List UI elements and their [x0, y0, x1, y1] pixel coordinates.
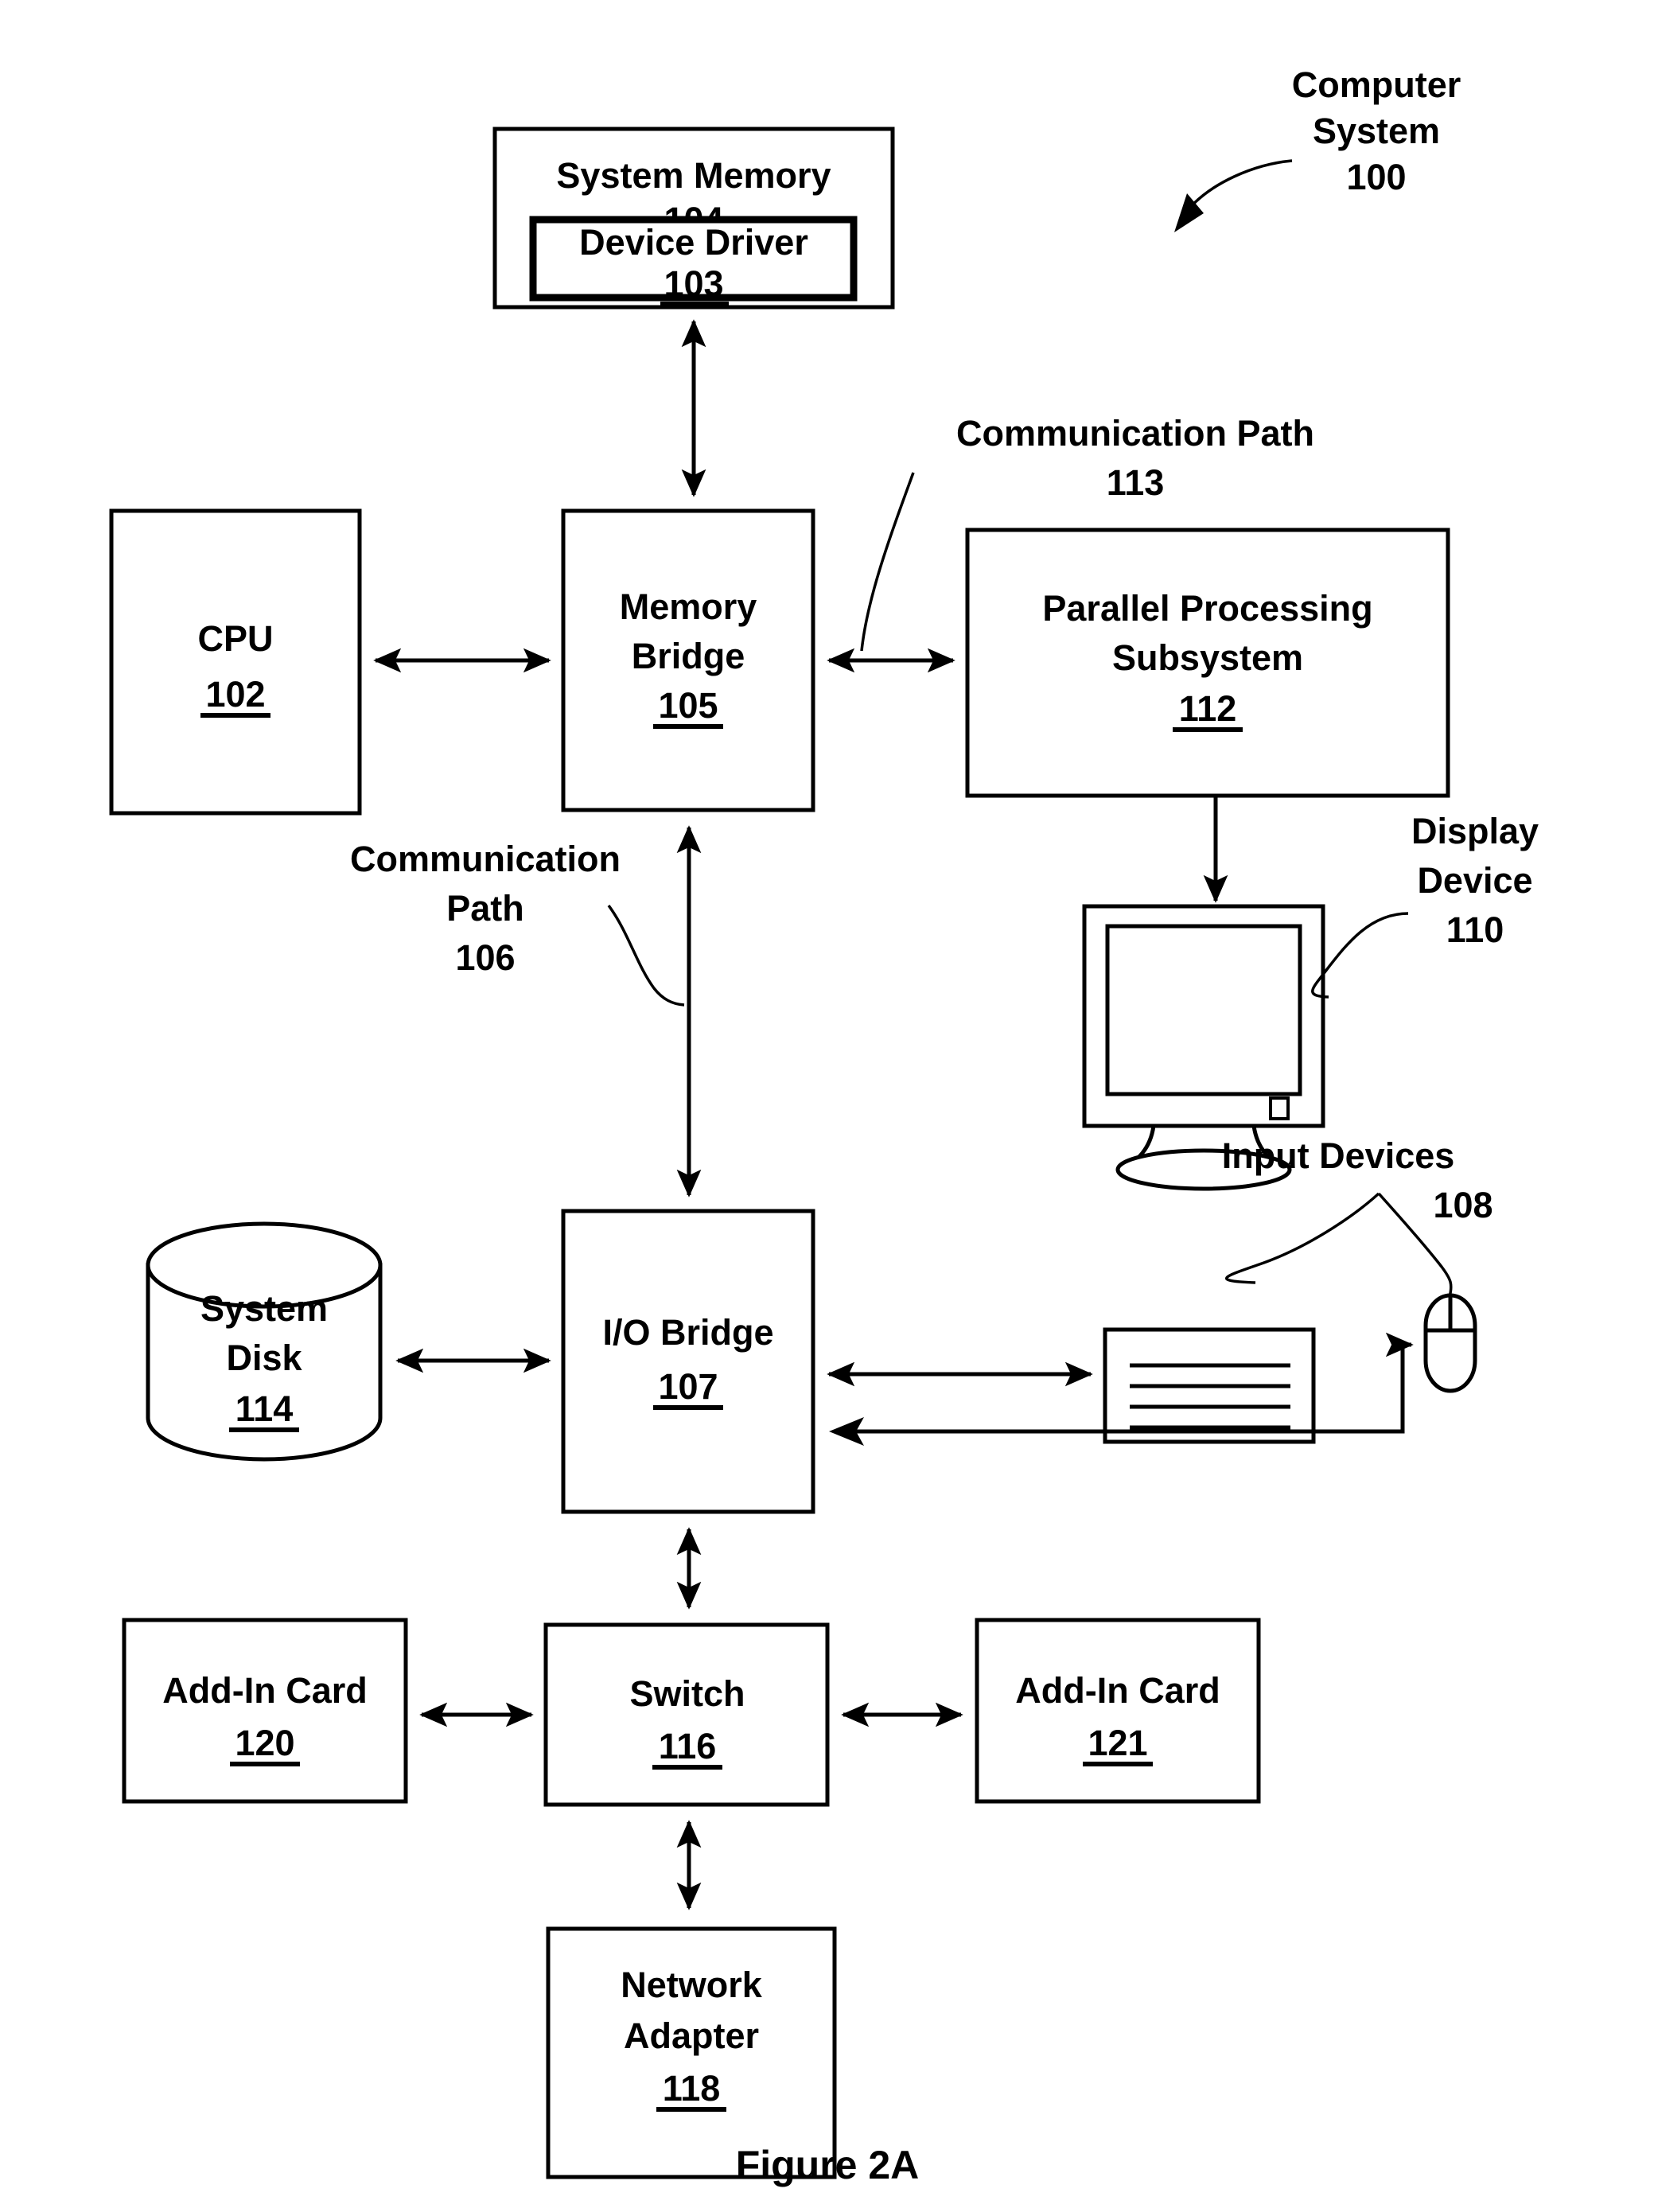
- pps-label-line2: Subsystem: [1112, 637, 1303, 678]
- block-parallel-processing-subsystem: Parallel Processing Subsystem 112: [965, 528, 1450, 798]
- system-disk-label-line2: Disk: [226, 1338, 302, 1378]
- callout-communication-path-106: Communication Path 106: [350, 839, 685, 1007]
- cylinder-database-icon: System Disk 114: [146, 1221, 383, 1462]
- pps-ref: 112: [1179, 688, 1237, 729]
- block-device-driver: Device Driver 103: [529, 216, 858, 306]
- memory-bridge-label-line2: Bridge: [632, 636, 745, 676]
- add-in-card-120-label: Add-In Card: [162, 1670, 367, 1711]
- block-diagram: System Memory 104 Device Driver 103 Comp…: [109, 64, 1539, 2187]
- device-driver-ref: 103: [664, 263, 723, 304]
- memory-bridge-ref: 105: [658, 685, 718, 726]
- communication-path-106-leader-line: [607, 904, 685, 1007]
- input-devices-ref: 108: [1433, 1185, 1492, 1225]
- block-network-adapter: Network Adapter 118: [546, 1926, 837, 2179]
- communication-path-113-label: Communication Path: [956, 413, 1314, 454]
- display-device-ref: 110: [1446, 909, 1504, 950]
- io-bridge-ref: 107: [658, 1366, 718, 1407]
- communication-path-106-ref: 106: [455, 937, 515, 978]
- add-in-card-120-ref: 120: [235, 1723, 294, 1763]
- communication-path-106-label-line2: Path: [446, 888, 524, 929]
- memory-bridge-label-line1: Memory: [620, 586, 757, 627]
- mouse-icon: [1423, 1293, 1477, 1393]
- computer-system-leader-line: [1181, 159, 1293, 217]
- network-adapter-label-line1: Network: [621, 1965, 763, 2005]
- block-add-in-card-120: Add-In Card 120: [122, 1618, 408, 1804]
- add-in-card-121-label: Add-In Card: [1015, 1670, 1220, 1711]
- communication-path-113-leader-line: [860, 472, 915, 652]
- system-disk-label-line1: System: [200, 1288, 328, 1329]
- network-adapter-label-line2: Adapter: [624, 2015, 759, 2056]
- computer-system-ref: 100: [1346, 157, 1406, 197]
- system-memory-label: System Memory: [556, 155, 831, 196]
- computer-system-label-line1: Computer: [1292, 64, 1461, 105]
- display-device-label-line1: Display: [1411, 811, 1539, 851]
- communication-path-113-ref: 113: [1107, 462, 1165, 503]
- switch-ref: 116: [659, 1726, 717, 1766]
- input-devices-leader-keyboard: [1225, 1192, 1380, 1284]
- network-adapter-ref: 118: [663, 2068, 721, 2109]
- callout-input-devices: Input Devices 108: [1222, 1135, 1493, 1298]
- callout-display-device: Display Device 110: [1311, 811, 1539, 999]
- keyboard-icon: [1103, 1327, 1316, 1444]
- add-in-card-121-ref: 121: [1088, 1723, 1147, 1763]
- block-cpu: CPU 102: [109, 508, 362, 816]
- annotation-computer-system: Computer System 100: [1174, 64, 1461, 232]
- block-switch: Switch 116: [543, 1622, 830, 1807]
- block-add-in-card-121: Add-In Card 121: [975, 1618, 1261, 1804]
- display-device-label-line2: Device: [1417, 860, 1532, 901]
- figure-caption: Figure 2A: [736, 2143, 920, 2187]
- figure-page: System Memory 104 Device Driver 103 Comp…: [0, 0, 1654, 2212]
- computer-system-label-line2: System: [1313, 111, 1440, 151]
- communication-path-106-label-line1: Communication: [350, 839, 621, 879]
- display-device-leader-line: [1311, 912, 1409, 999]
- pps-label-line1: Parallel Processing: [1042, 588, 1372, 629]
- block-memory-bridge: Memory Bridge 105: [561, 508, 815, 812]
- input-devices-label: Input Devices: [1222, 1135, 1455, 1176]
- io-bridge-label: I/O Bridge: [602, 1312, 773, 1353]
- switch-label: Switch: [629, 1673, 745, 1714]
- device-driver-label: Device Driver: [579, 222, 808, 263]
- cpu-label: CPU: [197, 618, 273, 659]
- cpu-ref: 102: [205, 674, 265, 715]
- system-disk-ref: 114: [235, 1388, 294, 1429]
- block-io-bridge: I/O Bridge 107: [561, 1209, 815, 1514]
